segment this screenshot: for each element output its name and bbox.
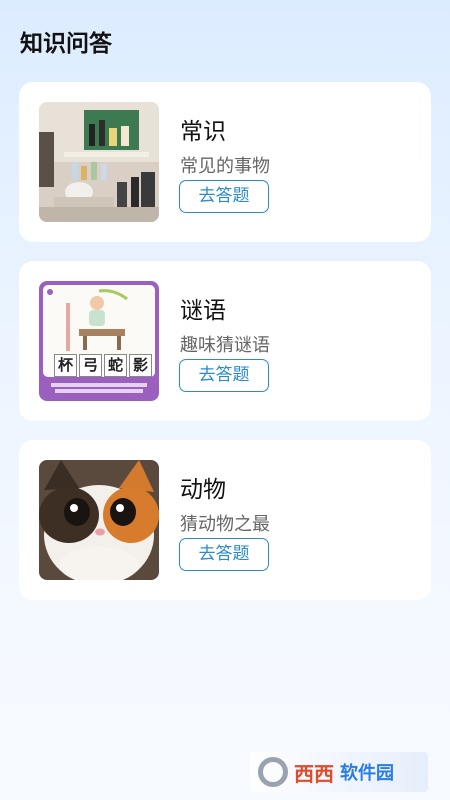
card-title: 动物 (180, 477, 226, 503)
watermark-brand-suffix: 软件园 (340, 763, 394, 784)
site-watermark: 西西 软件园 (250, 752, 428, 792)
shelf-photo-image (39, 102, 159, 222)
quiz-card-riddles[interactable]: 杯 弓 蛇 影 谜语 趣味猜谜语 去答题 (19, 261, 431, 421)
idiom-illustration-image: 杯 弓 蛇 影 (39, 281, 159, 401)
watermark-brand: 西西 (294, 761, 334, 786)
start-quiz-button[interactable]: 去答题 (179, 538, 269, 571)
cat-photo-icon (39, 460, 159, 580)
start-quiz-button[interactable]: 去答题 (179, 180, 269, 213)
shelf-photo-icon (39, 102, 159, 222)
idiom-char: 影 (129, 354, 152, 377)
idiom-characters: 杯 弓 蛇 影 (54, 354, 152, 377)
card-subtitle: 趣味猜谜语 (180, 335, 270, 356)
page-title: 知识问答 (20, 31, 112, 57)
quiz-card-animals[interactable]: 动物 猜动物之最 去答题 (19, 440, 431, 600)
idiom-char: 弓 (79, 354, 102, 377)
cat-photo-image (39, 460, 159, 580)
card-title: 常识 (180, 119, 226, 145)
start-quiz-button[interactable]: 去答题 (179, 359, 269, 392)
card-subtitle: 猜动物之最 (180, 514, 270, 535)
quiz-card-common-sense[interactable]: 常识 常见的事物 去答题 (19, 82, 431, 242)
idiom-caption-lines (43, 381, 155, 395)
idiom-char: 杯 (54, 354, 77, 377)
card-subtitle: 常见的事物 (180, 156, 270, 177)
card-title: 谜语 (180, 298, 226, 324)
idiom-char: 蛇 (104, 354, 127, 377)
watermark-logo-icon (258, 757, 288, 787)
